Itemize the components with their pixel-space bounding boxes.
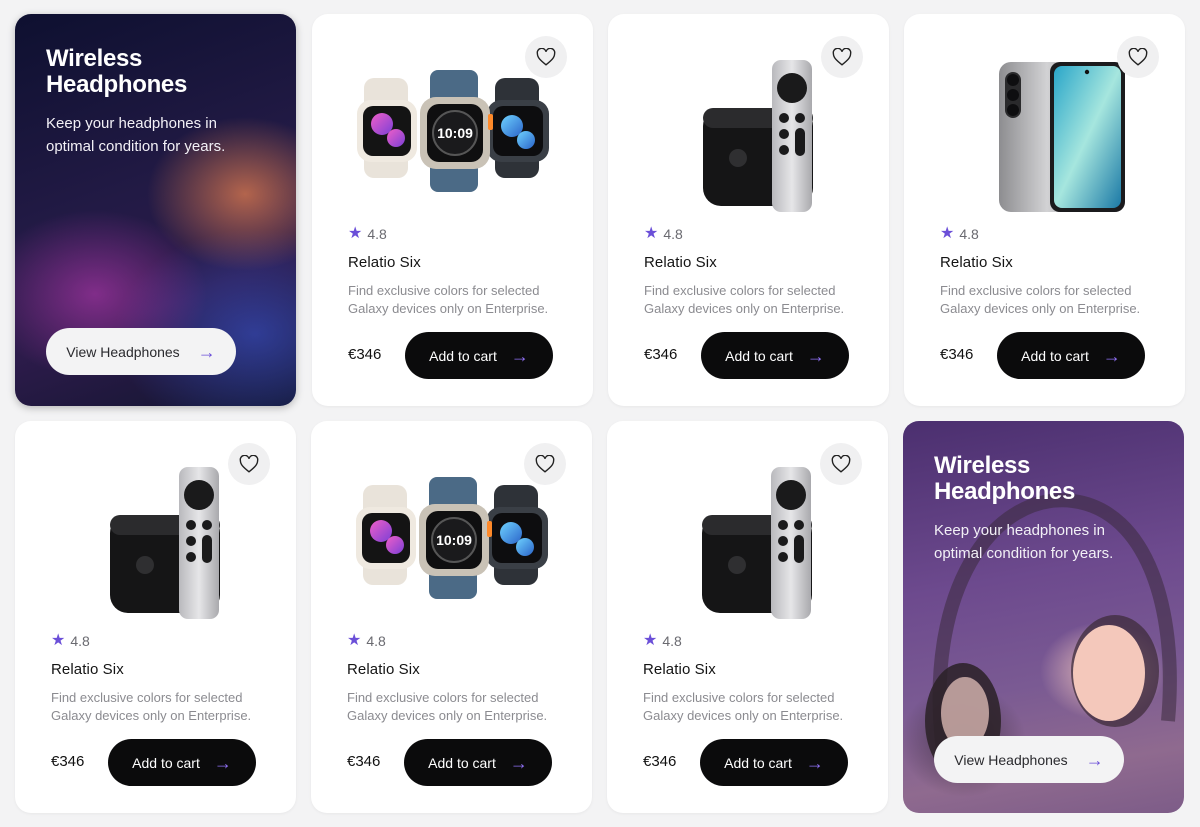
- star-icon: ★: [643, 632, 658, 649]
- promo-banner-laptop: Wireless Headphones Keep your headphones…: [15, 14, 296, 406]
- add-to-cart-button[interactable]: Add to cart →: [701, 332, 849, 379]
- heart-icon: [536, 48, 556, 66]
- favorite-button[interactable]: [820, 443, 862, 485]
- promo-text: Keep your headphones in optimal conditio…: [46, 115, 226, 155]
- button-label: View Headphones: [66, 343, 180, 360]
- arrow-right-icon: →: [1085, 749, 1104, 770]
- product-description: Find exclusive colors for selected Galax…: [644, 283, 845, 316]
- promo-title: Wireless Headphones: [46, 45, 188, 98]
- product-rating: ★ 4.8: [348, 225, 387, 243]
- product-title[interactable]: Relatio Six: [347, 661, 420, 678]
- heart-icon: [832, 48, 852, 66]
- view-headphones-button[interactable]: View Headphones →: [46, 328, 236, 375]
- add-to-cart-button[interactable]: Add to cart →: [700, 739, 848, 786]
- product-description: Find exclusive colors for selected Galax…: [347, 690, 548, 723]
- cart-label: Add to cart: [1021, 347, 1089, 364]
- star-icon: ★: [51, 632, 66, 649]
- product-title[interactable]: Relatio Six: [643, 661, 716, 678]
- cart-label: Add to cart: [132, 754, 200, 771]
- view-headphones-button[interactable]: View Headphones →: [934, 736, 1124, 783]
- product-card[interactable]: ★ 4.8 Relatio Six Find exclusive colors f…: [607, 421, 888, 813]
- product-rating: ★ 4.8: [643, 632, 682, 650]
- arrow-right-icon: →: [509, 752, 528, 773]
- promo-text: Keep your headphones in optimal conditio…: [934, 522, 1114, 562]
- product-card[interactable]: ★ 4.8 Relatio Six Find exclusive colors f…: [904, 14, 1185, 406]
- product-price: €346: [348, 346, 382, 363]
- product-title[interactable]: Relatio Six: [348, 254, 421, 271]
- heart-icon: [831, 455, 851, 473]
- product-card[interactable]: ★ 4.8 Relatio Six Find exclusive colors f…: [311, 421, 592, 813]
- arrow-right-icon: →: [197, 341, 216, 362]
- product-title[interactable]: Relatio Six: [51, 661, 124, 678]
- add-to-cart-button[interactable]: Add to cart →: [997, 332, 1145, 379]
- product-price: €346: [51, 753, 85, 770]
- button-label: View Headphones: [954, 751, 1068, 768]
- product-card[interactable]: ★ 4.8 Relatio Six Find exclusive colors f…: [15, 421, 296, 813]
- product-rating: ★ 4.8: [940, 225, 979, 243]
- product-price: €346: [347, 753, 381, 770]
- star-icon: ★: [940, 225, 955, 242]
- product-price: €346: [940, 346, 974, 363]
- cart-label: Add to cart: [725, 347, 793, 364]
- arrow-right-icon: →: [806, 345, 825, 366]
- favorite-button[interactable]: [525, 36, 567, 78]
- star-icon: ★: [347, 632, 362, 649]
- heart-icon: [535, 455, 555, 473]
- product-description: Find exclusive colors for selected Galax…: [51, 690, 252, 723]
- cart-label: Add to cart: [724, 754, 792, 771]
- heart-icon: [1128, 48, 1148, 66]
- product-card[interactable]: ★ 4.8 Relatio Six Find exclusive colors f…: [312, 14, 593, 406]
- star-icon: ★: [348, 225, 363, 242]
- favorite-button[interactable]: [1117, 36, 1159, 78]
- product-description: Find exclusive colors for selected Galax…: [940, 283, 1141, 316]
- arrow-right-icon: →: [510, 345, 529, 366]
- cart-label: Add to cart: [428, 754, 496, 771]
- favorite-button[interactable]: [821, 36, 863, 78]
- arrow-right-icon: →: [1102, 345, 1121, 366]
- product-price: €346: [644, 346, 678, 363]
- add-to-cart-button[interactable]: Add to cart →: [108, 739, 256, 786]
- product-rating: ★ 4.8: [644, 225, 683, 243]
- add-to-cart-button[interactable]: Add to cart →: [405, 332, 553, 379]
- product-rating: ★ 4.8: [51, 632, 90, 650]
- product-description: Find exclusive colors for selected Galax…: [348, 283, 549, 316]
- product-price: €346: [643, 753, 677, 770]
- arrow-right-icon: →: [805, 752, 824, 773]
- product-title[interactable]: Relatio Six: [940, 254, 1013, 271]
- product-card[interactable]: ★ 4.8 Relatio Six Find exclusive colors f…: [608, 14, 889, 406]
- star-icon: ★: [644, 225, 659, 242]
- heart-icon: [239, 455, 259, 473]
- product-description: Find exclusive colors for selected Galax…: [643, 690, 844, 723]
- promo-title: Wireless Headphones: [934, 452, 1076, 505]
- product-title[interactable]: Relatio Six: [644, 254, 717, 271]
- product-rating: ★ 4.8: [347, 632, 386, 650]
- favorite-button[interactable]: [228, 443, 270, 485]
- promo-banner-headphones: Wireless Headphones Keep your headphones…: [903, 421, 1184, 813]
- cart-label: Add to cart: [429, 347, 497, 364]
- add-to-cart-button[interactable]: Add to cart →: [404, 739, 552, 786]
- arrow-right-icon: →: [213, 752, 232, 773]
- favorite-button[interactable]: [524, 443, 566, 485]
